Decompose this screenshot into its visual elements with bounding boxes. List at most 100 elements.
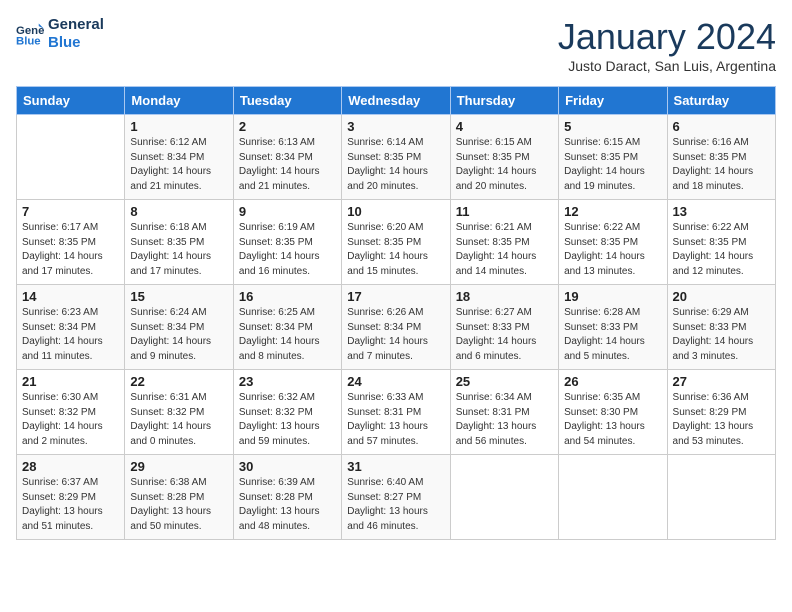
header-saturday: Saturday — [667, 87, 775, 115]
day-info: Sunrise: 6:35 AM Sunset: 8:30 PM Dayligh… — [564, 391, 661, 449]
day-info: Sunrise: 6:36 AM Sunset: 8:29 PM Dayligh… — [673, 391, 770, 449]
logo-icon: General Blue — [16, 20, 44, 48]
week-row-1: 1Sunrise: 6:12 AM Sunset: 8:34 PM Daylig… — [17, 115, 776, 200]
day-number: 8 — [130, 204, 227, 219]
calendar-cell — [559, 455, 667, 540]
calendar-cell: 30 Sunrise: 6:39 AM Sunset: 8:28 PM Dayli… — [233, 455, 341, 540]
calendar-cell: 12Sunrise: 6:22 AM Sunset: 8:35 PM Dayli… — [559, 200, 667, 285]
calendar-cell: 8 Sunrise: 6:18 AM Sunset: 8:35 PM Daylig… — [125, 200, 233, 285]
day-info: Sunrise: 6:31 AM Sunset: 8:32 PM Dayligh… — [130, 391, 227, 449]
day-number: 21 — [22, 374, 119, 389]
calendar-cell: 9 Sunrise: 6:19 AM Sunset: 8:35 PM Daylig… — [233, 200, 341, 285]
day-number: 15 — [130, 289, 227, 304]
calendar-cell: 3Sunrise: 6:14 AM Sunset: 8:35 PM Daylig… — [342, 115, 450, 200]
day-number: 5 — [564, 119, 661, 134]
logo-text-general: General — [48, 16, 104, 34]
day-info: Sunrise: 6:16 AM Sunset: 8:35 PM Dayligh… — [673, 136, 770, 194]
day-info: Sunrise: 6:12 AM Sunset: 8:34 PM Dayligh… — [130, 136, 227, 194]
day-info: Sunrise: 6:32 AM Sunset: 8:32 PM Dayligh… — [239, 391, 336, 449]
day-number: 25 — [456, 374, 553, 389]
calendar-cell: 21 Sunrise: 6:30 AM Sunset: 8:32 PM Dayli… — [17, 370, 125, 455]
day-number: 23 — [239, 374, 336, 389]
day-info: Sunrise: 6:22 AM Sunset: 8:35 PM Dayligh… — [673, 221, 770, 279]
day-number: 9 — [239, 204, 336, 219]
title-block: January 2024 Justo Daract, San Luis, Arg… — [558, 16, 776, 74]
day-info: Sunrise: 6:19 AM Sunset: 8:35 PM Dayligh… — [239, 221, 336, 279]
day-number: 6 — [673, 119, 770, 134]
day-info: Sunrise: 6:34 AM Sunset: 8:31 PM Dayligh… — [456, 391, 553, 449]
day-info: Sunrise: 6:24 AM Sunset: 8:34 PM Dayligh… — [130, 306, 227, 364]
day-number: 29 — [130, 459, 227, 474]
calendar-cell: 6 Sunrise: 6:16 AM Sunset: 8:35 PM Daylig… — [667, 115, 775, 200]
header-wednesday: Wednesday — [342, 87, 450, 115]
day-info: Sunrise: 6:30 AM Sunset: 8:32 PM Dayligh… — [22, 391, 119, 449]
calendar-title: January 2024 — [558, 16, 776, 58]
day-number: 13 — [673, 204, 770, 219]
day-number: 17 — [347, 289, 444, 304]
day-number: 16 — [239, 289, 336, 304]
calendar-cell: 28 Sunrise: 6:37 AM Sunset: 8:29 PM Dayli… — [17, 455, 125, 540]
day-info: Sunrise: 6:28 AM Sunset: 8:33 PM Dayligh… — [564, 306, 661, 364]
day-info: Sunrise: 6:22 AM Sunset: 8:35 PM Dayligh… — [564, 221, 661, 279]
calendar-cell: 1Sunrise: 6:12 AM Sunset: 8:34 PM Daylig… — [125, 115, 233, 200]
day-info: Sunrise: 6:25 AM Sunset: 8:34 PM Dayligh… — [239, 306, 336, 364]
day-info: Sunrise: 6:15 AM Sunset: 8:35 PM Dayligh… — [456, 136, 553, 194]
calendar-cell: 25 Sunrise: 6:34 AM Sunset: 8:31 PM Dayli… — [450, 370, 558, 455]
calendar-cell: 26 Sunrise: 6:35 AM Sunset: 8:30 PM Dayli… — [559, 370, 667, 455]
calendar-body: 1Sunrise: 6:12 AM Sunset: 8:34 PM Daylig… — [17, 115, 776, 540]
calendar-cell: 23 Sunrise: 6:32 AM Sunset: 8:32 PM Dayli… — [233, 370, 341, 455]
day-number: 30 — [239, 459, 336, 474]
day-info: Sunrise: 6:37 AM Sunset: 8:29 PM Dayligh… — [22, 476, 119, 534]
calendar-cell: 13 Sunrise: 6:22 AM Sunset: 8:35 PM Dayli… — [667, 200, 775, 285]
calendar-cell: 2Sunrise: 6:13 AM Sunset: 8:34 PM Daylig… — [233, 115, 341, 200]
calendar-cell — [667, 455, 775, 540]
calendar-cell: 18Sunrise: 6:27 AM Sunset: 8:33 PM Dayli… — [450, 285, 558, 370]
day-number: 20 — [673, 289, 770, 304]
day-info: Sunrise: 6:14 AM Sunset: 8:35 PM Dayligh… — [347, 136, 444, 194]
day-info: Sunrise: 6:40 AM Sunset: 8:27 PM Dayligh… — [347, 476, 444, 534]
calendar-subtitle: Justo Daract, San Luis, Argentina — [558, 58, 776, 74]
day-info: Sunrise: 6:26 AM Sunset: 8:34 PM Dayligh… — [347, 306, 444, 364]
calendar-cell: 20 Sunrise: 6:29 AM Sunset: 8:33 PM Dayli… — [667, 285, 775, 370]
logo: General Blue General Blue — [16, 16, 104, 52]
day-info: Sunrise: 6:29 AM Sunset: 8:33 PM Dayligh… — [673, 306, 770, 364]
calendar-cell: 10 Sunrise: 6:20 AM Sunset: 8:35 PM Dayli… — [342, 200, 450, 285]
page-header: General Blue General Blue January 2024 J… — [16, 16, 776, 74]
day-number: 28 — [22, 459, 119, 474]
day-info: Sunrise: 6:18 AM Sunset: 8:35 PM Dayligh… — [130, 221, 227, 279]
day-info: Sunrise: 6:21 AM Sunset: 8:35 PM Dayligh… — [456, 221, 553, 279]
calendar-cell: 16 Sunrise: 6:25 AM Sunset: 8:34 PM Dayli… — [233, 285, 341, 370]
day-number: 19 — [564, 289, 661, 304]
svg-text:Blue: Blue — [16, 36, 41, 48]
logo-text-blue: Blue — [48, 34, 104, 52]
calendar-cell: 17 Sunrise: 6:26 AM Sunset: 8:34 PM Dayli… — [342, 285, 450, 370]
calendar-cell: 29Sunrise: 6:38 AM Sunset: 8:28 PM Dayli… — [125, 455, 233, 540]
day-number: 22 — [130, 374, 227, 389]
calendar-cell: 19 Sunrise: 6:28 AM Sunset: 8:33 PM Dayli… — [559, 285, 667, 370]
day-info: Sunrise: 6:39 AM Sunset: 8:28 PM Dayligh… — [239, 476, 336, 534]
calendar-table: SundayMondayTuesdayWednesdayThursdayFrid… — [16, 86, 776, 540]
day-info: Sunrise: 6:20 AM Sunset: 8:35 PM Dayligh… — [347, 221, 444, 279]
calendar-header-row: SundayMondayTuesdayWednesdayThursdayFrid… — [17, 87, 776, 115]
calendar-cell: 14Sunrise: 6:23 AM Sunset: 8:34 PM Dayli… — [17, 285, 125, 370]
day-number: 2 — [239, 119, 336, 134]
calendar-cell: 22 Sunrise: 6:31 AM Sunset: 8:32 PM Dayli… — [125, 370, 233, 455]
week-row-4: 21 Sunrise: 6:30 AM Sunset: 8:32 PM Dayli… — [17, 370, 776, 455]
day-number: 18 — [456, 289, 553, 304]
calendar-cell: 31Sunrise: 6:40 AM Sunset: 8:27 PM Dayli… — [342, 455, 450, 540]
day-info: Sunrise: 6:33 AM Sunset: 8:31 PM Dayligh… — [347, 391, 444, 449]
day-info: Sunrise: 6:15 AM Sunset: 8:35 PM Dayligh… — [564, 136, 661, 194]
calendar-cell: 7Sunrise: 6:17 AM Sunset: 8:35 PM Daylig… — [17, 200, 125, 285]
header-tuesday: Tuesday — [233, 87, 341, 115]
calendar-cell: 27 Sunrise: 6:36 AM Sunset: 8:29 PM Dayli… — [667, 370, 775, 455]
header-sunday: Sunday — [17, 87, 125, 115]
calendar-cell: 5 Sunrise: 6:15 AM Sunset: 8:35 PM Daylig… — [559, 115, 667, 200]
day-number: 10 — [347, 204, 444, 219]
day-number: 11 — [456, 204, 553, 219]
week-row-2: 7Sunrise: 6:17 AM Sunset: 8:35 PM Daylig… — [17, 200, 776, 285]
day-number: 26 — [564, 374, 661, 389]
day-number: 27 — [673, 374, 770, 389]
week-row-3: 14Sunrise: 6:23 AM Sunset: 8:34 PM Dayli… — [17, 285, 776, 370]
day-number: 4 — [456, 119, 553, 134]
calendar-cell: 4 Sunrise: 6:15 AM Sunset: 8:35 PM Daylig… — [450, 115, 558, 200]
